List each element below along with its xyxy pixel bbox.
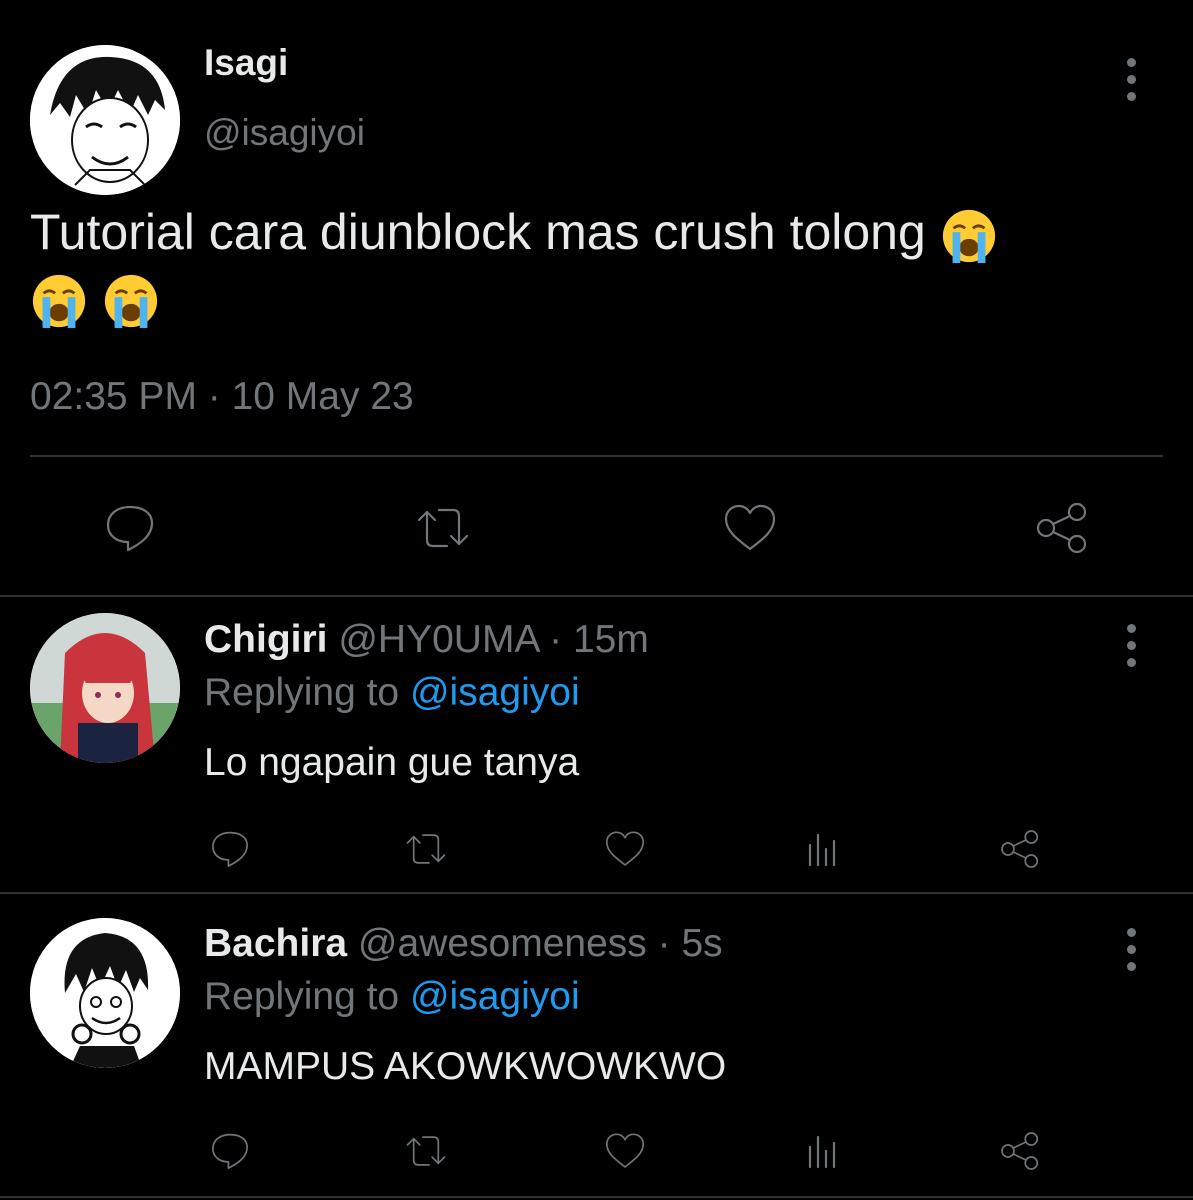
retweet-icon	[406, 1136, 446, 1166]
share-icon	[1001, 830, 1039, 868]
divider	[0, 595, 1193, 597]
author-handle[interactable]: @isagiyoi	[204, 112, 365, 154]
replying-to-label: Replying to	[204, 671, 400, 714]
reply-button[interactable]	[205, 1128, 255, 1174]
retweet-button[interactable]	[398, 826, 454, 872]
avatar-isagi[interactable]	[30, 45, 180, 195]
reply-time[interactable]: · 5s	[658, 922, 723, 965]
like-button[interactable]	[600, 1128, 650, 1174]
replying-to: Replying to @isagiyoi	[204, 670, 580, 716]
divider	[0, 1196, 1193, 1198]
replying-to-label: Replying to	[204, 975, 400, 1018]
reply-header: Chigiri @HY0UMA · 15m	[204, 617, 649, 663]
like-icon	[724, 504, 776, 551]
share-button[interactable]	[995, 826, 1045, 872]
reply-button[interactable]	[98, 498, 162, 558]
replying-to: Replying to @isagiyoi	[204, 974, 580, 1020]
like-icon	[605, 1133, 645, 1168]
tweet-timestamp[interactable]: 02:35 PM · 10 May 23	[30, 374, 414, 420]
loudly-crying-face-icon	[104, 274, 158, 328]
share-icon	[1036, 502, 1087, 554]
analytics-icon	[808, 1135, 836, 1169]
reply-time[interactable]: · 15m	[549, 618, 649, 661]
like-icon	[605, 831, 645, 866]
retweet-icon	[417, 508, 469, 548]
more-options-icon[interactable]	[1125, 624, 1137, 667]
reply-header: Bachira @awesomeness · 5s	[204, 921, 723, 967]
divider	[0, 892, 1193, 894]
divider	[30, 455, 1163, 457]
reply-button[interactable]	[205, 826, 255, 872]
reply-author-handle[interactable]: @awesomeness	[358, 922, 647, 965]
loudly-crying-face-icon	[32, 274, 86, 328]
more-options-icon[interactable]	[1125, 58, 1137, 101]
share-button[interactable]	[995, 1128, 1045, 1174]
avatar-bachira[interactable]	[30, 918, 180, 1068]
replying-to-link[interactable]: @isagiyoi	[410, 671, 580, 714]
reply-icon	[106, 505, 154, 552]
share-button[interactable]	[1030, 498, 1094, 558]
reply-text: MAMPUS AKOWKWOWKWO	[204, 1045, 727, 1088]
tweet-text: Tutorial cara diunblock mas crush tolong	[30, 200, 1160, 330]
more-options-icon[interactable]	[1125, 928, 1137, 971]
analytics-button[interactable]	[797, 826, 847, 872]
analytics-icon	[808, 833, 836, 867]
loudly-crying-face-icon	[942, 209, 995, 263]
reply-author-name[interactable]: Bachira	[204, 922, 347, 965]
like-button[interactable]	[718, 498, 782, 558]
retweet-icon	[406, 834, 446, 864]
reply-author-name[interactable]: Chigiri	[204, 618, 328, 661]
reply-author-handle[interactable]: @HY0UMA	[338, 618, 538, 661]
tweet-text-body: Tutorial cara diunblock mas crush tolong	[30, 204, 926, 260]
reply-icon	[212, 831, 248, 867]
like-button[interactable]	[600, 826, 650, 872]
reply-text: Lo ngapain gue tanya	[204, 741, 580, 784]
reply-icon	[212, 1133, 248, 1169]
share-icon	[1001, 1132, 1039, 1170]
analytics-button[interactable]	[797, 1128, 847, 1174]
retweet-button[interactable]	[398, 1128, 454, 1174]
avatar-chigiri[interactable]	[30, 613, 180, 763]
retweet-button[interactable]	[408, 498, 478, 558]
replying-to-link[interactable]: @isagiyoi	[410, 975, 580, 1018]
author-name[interactable]: Isagi	[204, 42, 288, 84]
